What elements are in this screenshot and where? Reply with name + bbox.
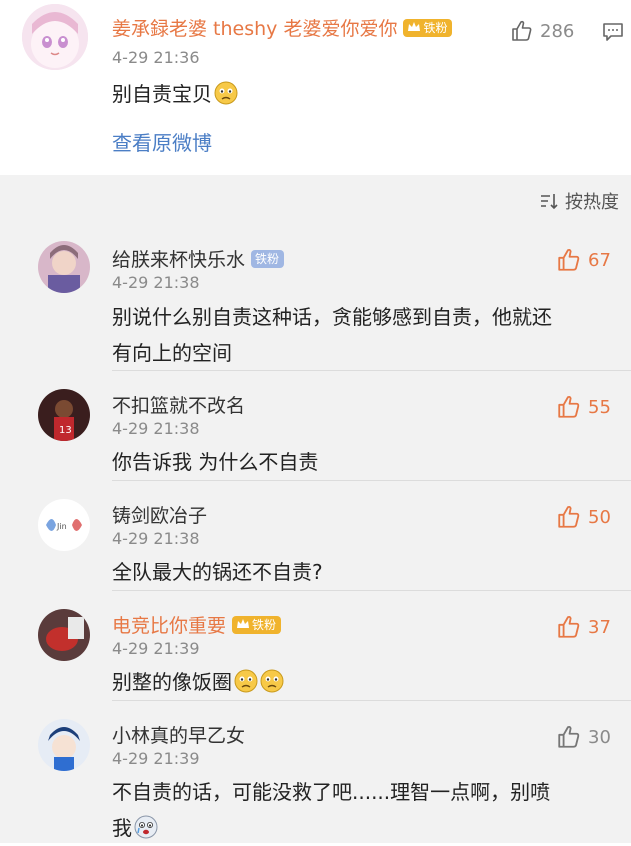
comment-like-count: 37 <box>588 616 611 638</box>
commenter-name[interactable]: 铸剑欧冶子 <box>112 501 207 528</box>
commenter-name[interactable]: 电竞比你重要 铁粉 <box>112 611 282 638</box>
comments-section: 按热度 给朕来杯快乐水 铁粉 4-29 21:38 别说什么别自责这种话，贪能够感… <box>0 175 631 843</box>
commenter-avatar[interactable] <box>38 241 90 293</box>
comment-item: 给朕来杯快乐水 铁粉 4-29 21:38 别说什么别自责这种话，贪能够感到自责，… <box>0 223 631 371</box>
comment-like-count: 55 <box>588 396 611 418</box>
svg-text:13: 13 <box>59 425 72 436</box>
comment-text-line: 别说什么别自责这种话，贪能够感到自责，他就还 <box>112 305 552 329</box>
comment-like-button[interactable]: 50 <box>556 502 611 532</box>
post-text-content: 别自责宝贝 <box>112 82 212 106</box>
comment-item: 小林真的早乙女 4-29 21:39 不自责的话，可能没救了吧......理智一… <box>0 701 631 843</box>
sort-icon <box>541 194 558 210</box>
comment-like-button[interactable]: 55 <box>556 392 611 422</box>
sort-by-hot-button[interactable]: 按热度 <box>539 188 619 214</box>
crown-icon <box>237 618 250 628</box>
sort-label: 按热度 <box>565 192 619 213</box>
post-author-name[interactable]: 姜承録老婆 theshy 老婆爱你爱你 铁粉 <box>112 14 453 41</box>
comment-like-count: 30 <box>588 726 611 748</box>
comment-time: 4-29 21:38 <box>112 273 200 292</box>
thumbs-up-icon <box>558 505 580 528</box>
comment-icon <box>603 23 623 41</box>
comment-text: 你告诉我 为什么不自责 <box>112 450 319 474</box>
commenter-name[interactable]: 不扣篮就不改名 <box>112 391 245 418</box>
sort-bar: 按热度 <box>0 175 631 223</box>
commenter-avatar[interactable]: Jin <box>38 499 90 551</box>
comment-item: 13 不扣篮就不改名 4-29 21:38 你告诉我 为什么不自责 55 <box>0 371 631 481</box>
original-post: 姜承録老婆 theshy 老婆爱你爱你 铁粉 4-29 21:36 别自责宝贝 2… <box>0 0 631 175</box>
comment-text-content: 我 <box>112 816 132 840</box>
comment-text: 别整的像饭圈 <box>112 664 284 700</box>
crying-face-icon <box>134 815 158 839</box>
thumbs-up-icon <box>558 725 580 748</box>
comment-like-button[interactable]: 67 <box>556 245 611 275</box>
comment-time: 4-29 21:38 <box>112 529 200 548</box>
sad-face-icon <box>214 81 238 105</box>
comment-time: 4-29 21:38 <box>112 419 200 438</box>
commenter-name[interactable]: 小林真的早乙女 <box>112 721 245 748</box>
commenter-avatar[interactable] <box>38 719 90 771</box>
comment-like-button[interactable]: 30 <box>556 722 611 752</box>
post-time: 4-29 21:36 <box>112 48 200 67</box>
fan-badge-label: 铁粉 <box>423 20 448 35</box>
thumbs-up-icon <box>558 395 580 418</box>
post-text: 别自责宝贝 <box>112 76 238 112</box>
svg-text:Jin: Jin <box>56 522 67 531</box>
thumbs-up-icon <box>558 615 580 638</box>
post-author-name-text[interactable]: 姜承録老婆 theshy 老婆爱你爱你 <box>112 18 397 40</box>
comment-text: 不自责的话，可能没救了吧......理智一点啊，别喷 我 <box>112 774 550 846</box>
sad-face-icon <box>260 669 284 693</box>
comment-text: 全队最大的锅还不自责? <box>112 560 323 584</box>
post-like-count: 286 <box>540 20 575 42</box>
comment-item: Jin 铸剑欧冶子 4-29 21:38 全队最大的锅还不自责? 50 <box>0 481 631 591</box>
thumbs-up-icon <box>512 20 532 41</box>
comment-text-line: 有向上的空间 <box>112 341 232 365</box>
comment-time: 4-29 21:39 <box>112 639 200 658</box>
post-author-avatar[interactable] <box>22 4 88 70</box>
comment-like-button[interactable]: 37 <box>556 612 611 642</box>
fan-badge-label: 铁粉 <box>255 251 280 266</box>
commenter-name[interactable]: 给朕来杯快乐水 铁粉 <box>112 245 285 272</box>
post-like-button[interactable]: 286 <box>510 16 574 46</box>
comment-time: 4-29 21:39 <box>112 749 200 768</box>
fan-badge: 铁粉 <box>251 249 285 268</box>
comment-like-count: 50 <box>588 506 611 528</box>
comment-text-line: 不自责的话，可能没救了吧......理智一点啊，别喷 <box>112 780 551 804</box>
comment-text: 别说什么别自责这种话，贪能够感到自责，他就还 有向上的空间 <box>112 299 552 371</box>
commenter-name-text[interactable]: 给朕来杯快乐水 <box>112 249 245 271</box>
comment-item: 电竞比你重要 铁粉 4-29 21:39 别整的像饭圈 37 <box>0 591 631 701</box>
crown-icon <box>408 21 421 31</box>
view-original-link[interactable]: 查看原微博 <box>112 127 212 156</box>
commenter-name-text[interactable]: 电竞比你重要 <box>112 615 226 637</box>
commenter-avatar[interactable] <box>38 609 90 661</box>
comment-like-count: 67 <box>588 249 611 271</box>
fan-badge: 铁粉 <box>232 615 282 634</box>
comment-button[interactable] <box>602 17 624 47</box>
commenter-avatar[interactable]: 13 <box>38 389 90 441</box>
thumbs-up-icon <box>558 248 580 271</box>
fan-badge-label: 铁粉 <box>252 617 277 632</box>
comment-text-line: 我 <box>112 810 550 846</box>
sad-face-icon <box>234 669 258 693</box>
fan-badge: 铁粉 <box>403 18 453 37</box>
comment-text-content: 别整的像饭圈 <box>112 670 232 694</box>
